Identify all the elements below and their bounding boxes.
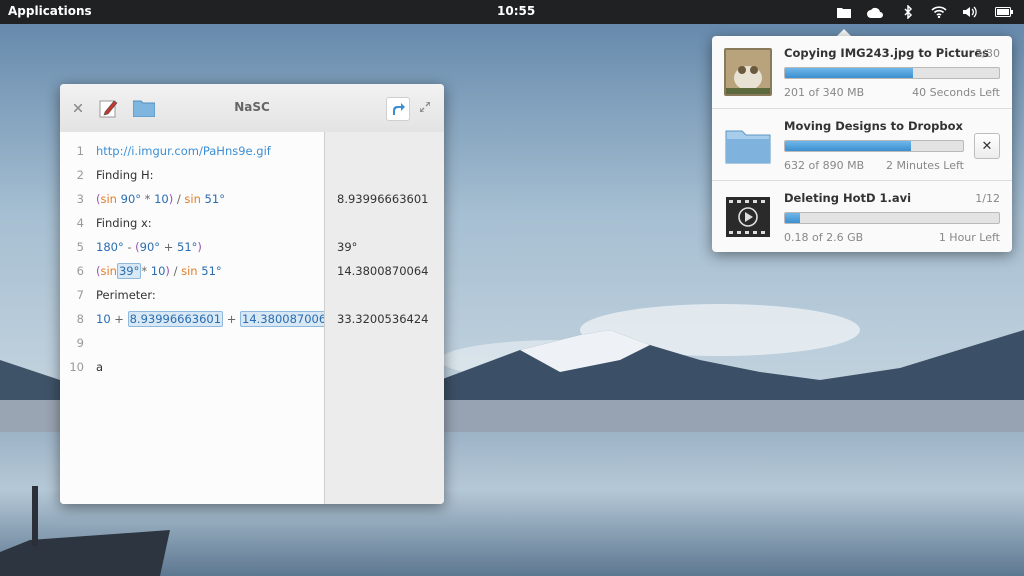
- window-titlebar: NaSC: [60, 84, 444, 133]
- line-number: 6: [76, 264, 84, 278]
- line-number: 3: [76, 192, 84, 206]
- progress-fill: [785, 213, 800, 223]
- volume-icon[interactable]: [962, 4, 980, 20]
- code-text: a: [96, 360, 104, 374]
- clock[interactable]: 10:55: [497, 4, 535, 18]
- transfer-title: Copying IMG243.jpg to Pictures: [784, 46, 989, 60]
- results-pane: 8.93996663601 39° 14.3800870064 33.32005…: [324, 132, 444, 504]
- transfer-item: Deleting HotD 1.avi 1/12 0.18 of 2.6 GB …: [712, 180, 1012, 253]
- cancel-transfer-button[interactable]: ✕: [974, 133, 1000, 159]
- code-text: Finding x:: [96, 216, 152, 230]
- variable-reference[interactable]: 14.3800870064: [240, 311, 336, 327]
- time-remaining: 1 Hour Left: [938, 231, 1000, 244]
- nasc-window: NaSC 1 http://i.imgur.com/PaHns9e.gif 2 …: [60, 84, 444, 504]
- url-link[interactable]: http://i.imgur.com/PaHns9e.gif: [96, 144, 271, 158]
- transfer-item: Copying IMG243.jpg to Pictures 2/30 201 …: [712, 36, 1012, 108]
- time-remaining: 40 Seconds Left: [912, 86, 1000, 99]
- folder-icon: [724, 121, 772, 169]
- image-thumbnail-icon: [724, 48, 772, 96]
- variable-reference[interactable]: 39°: [116, 263, 142, 279]
- transfer-item: Moving Designs to Dropbox 632 of 890 MB …: [712, 108, 1012, 181]
- line-number: 1: [76, 144, 84, 158]
- progress-bar: [784, 140, 964, 152]
- applications-menu[interactable]: Applications: [8, 4, 92, 18]
- transfer-size: 632 of 890 MB: [784, 159, 865, 172]
- code-expression: (sin 39° * 10) / sin 51°: [96, 263, 222, 279]
- line-number: 8: [76, 312, 84, 326]
- editor-pane[interactable]: 1 http://i.imgur.com/PaHns9e.gif 2 Findi…: [60, 132, 336, 504]
- video-file-icon: [724, 193, 772, 241]
- line-number: 4: [76, 216, 84, 230]
- battery-icon[interactable]: [995, 4, 1013, 20]
- line-number: 10: [69, 360, 84, 374]
- result-value[interactable]: 39°: [337, 240, 357, 254]
- line-number: 2: [76, 168, 84, 182]
- code-expression: 180° - (90° + 51°): [96, 240, 202, 254]
- wifi-icon[interactable]: [930, 4, 948, 20]
- share-icon[interactable]: [386, 97, 410, 121]
- line-number: 5: [76, 240, 84, 254]
- transfer-size: 201 of 340 MB: [784, 86, 865, 99]
- result-value[interactable]: 14.3800870064: [337, 264, 428, 278]
- progress-fill: [785, 68, 914, 78]
- variable-reference[interactable]: 8.93996663601: [127, 311, 224, 327]
- result-value[interactable]: 33.3200536424: [337, 312, 428, 326]
- code-expression: 10 + 8.93996663601 + 14.3800870064: [96, 311, 336, 327]
- progress-fill: [785, 141, 912, 151]
- folder-icon[interactable]: [835, 4, 853, 20]
- file-operations-popover: Copying IMG243.jpg to Pictures 2/30 201 …: [712, 36, 1012, 252]
- maximize-icon[interactable]: [418, 100, 432, 114]
- code-text: Perimeter:: [96, 288, 156, 302]
- transfer-title: Moving Designs to Dropbox: [784, 119, 963, 133]
- transfer-title: Deleting HotD 1.avi: [784, 191, 912, 205]
- transfer-count: 2/30: [975, 47, 1000, 60]
- transfer-count: 1/12: [975, 192, 1000, 205]
- code-expression: (sin 90° * 10) / sin 51°: [96, 192, 225, 206]
- progress-bar: [784, 212, 1000, 224]
- cloud-icon[interactable]: [866, 4, 884, 20]
- line-number: 7: [76, 288, 84, 302]
- code-text: Finding H:: [96, 168, 154, 182]
- close-icon: ✕: [981, 138, 993, 154]
- progress-bar: [784, 67, 1000, 79]
- bluetooth-icon[interactable]: [899, 4, 917, 20]
- result-value[interactable]: 8.93996663601: [337, 192, 428, 206]
- line-number: 9: [76, 336, 84, 350]
- top-panel: Applications 10:55: [0, 0, 1024, 24]
- transfer-size: 0.18 of 2.6 GB: [784, 231, 864, 244]
- time-remaining: 2 Minutes Left: [886, 159, 964, 172]
